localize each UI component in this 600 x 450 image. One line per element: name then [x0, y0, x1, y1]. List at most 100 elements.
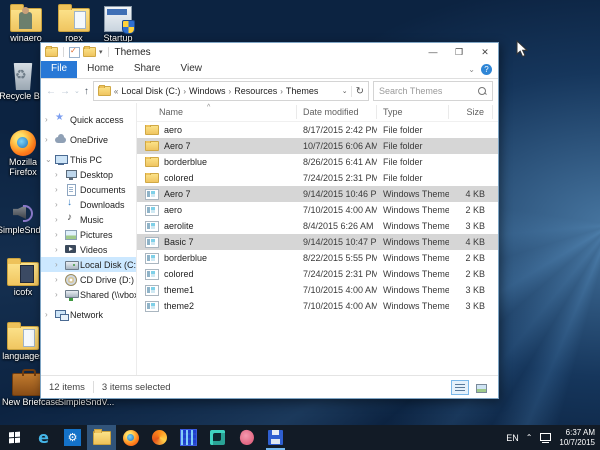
table-row[interactable]: theme1 7/10/2015 4:00 AM Windows Theme .…	[137, 282, 498, 298]
expand-chevron-icon[interactable]: ⌄	[45, 155, 52, 164]
tray-time: 6:37 AM	[559, 428, 595, 438]
sidebar-item[interactable]: › Network	[41, 307, 136, 322]
start-button[interactable]	[0, 425, 29, 450]
network-icon[interactable]	[539, 432, 552, 443]
column-header-size[interactable]: Size	[449, 105, 493, 119]
table-row[interactable]: theme2 7/10/2015 4:00 AM Windows Theme .…	[137, 298, 498, 314]
firefox-icon	[123, 430, 139, 446]
breadcrumb-segment[interactable]: Windows	[189, 86, 226, 96]
table-row[interactable]: Basic 7 9/14/2015 10:47 PM Windows Theme…	[137, 234, 498, 250]
sidebar-item[interactable]: › Documents	[41, 182, 136, 197]
expand-chevron-icon[interactable]: ›	[55, 275, 62, 284]
breadcrumb-segment[interactable]: Resources	[234, 86, 277, 96]
details-view-button[interactable]	[451, 380, 469, 395]
table-row[interactable]: aero 7/10/2015 4:00 AM Windows Theme ...…	[137, 202, 498, 218]
sidebar-item[interactable]: › Videos	[41, 242, 136, 257]
sidebar-item[interactable]: › Local Disk (C:)	[41, 257, 136, 272]
sidebar-item[interactable]: › Downloads	[41, 197, 136, 212]
up-button[interactable]: ↑	[84, 86, 89, 97]
address-bar[interactable]: « Local Disk (C:) › Windows › Resources …	[93, 81, 369, 101]
table-row[interactable]: Aero 7 10/7/2015 6:06 AM File folder	[137, 138, 498, 154]
expand-chevron-icon[interactable]: ›	[55, 260, 62, 269]
taskbar-settings-button[interactable]: ⚙	[58, 425, 87, 450]
file-explorer-icon	[93, 431, 111, 445]
taskbar-file-explorer-button[interactable]	[87, 425, 116, 450]
desktop-icon-startup[interactable]: Startup	[92, 4, 144, 44]
tab-view[interactable]: View	[171, 61, 213, 78]
file-icon	[145, 253, 159, 264]
table-row[interactable]: colored 7/24/2015 2:31 PM File folder	[137, 170, 498, 186]
search-placeholder: Search Themes	[379, 86, 478, 96]
minimize-button[interactable]: —	[420, 43, 446, 61]
sidebar-item[interactable]: › Quick access	[41, 112, 136, 127]
table-row[interactable]: borderblue 8/26/2015 6:41 AM File folder	[137, 154, 498, 170]
expand-chevron-icon[interactable]: ›	[55, 245, 62, 254]
breadcrumb-segment[interactable]: Local Disk (C:)	[121, 86, 180, 96]
desktop-icon-winaero[interactable]: winaero	[0, 4, 52, 44]
column-header-name[interactable]: Name^	[137, 105, 297, 119]
gear-icon: ⚙	[64, 429, 81, 446]
file-list: Name^ Date modified Type Size aero 8/17/…	[137, 103, 498, 376]
sidebar-item[interactable]: › Music	[41, 212, 136, 227]
back-button[interactable]: ←	[46, 86, 56, 97]
refresh-icon[interactable]: ↻	[351, 86, 364, 97]
clock[interactable]: 6:37 AM 10/7/2015	[559, 428, 595, 448]
column-header-type[interactable]: Type	[377, 105, 449, 119]
taskbar-floppy-app-button[interactable]	[261, 425, 290, 450]
sidebar-item[interactable]: › OneDrive	[41, 132, 136, 147]
sidebar-item[interactable]: ⌄ This PC	[41, 152, 136, 167]
sidebar-item[interactable]: › CD Drive (D:) J_CCS	[41, 272, 136, 287]
qat-properties-icon[interactable]	[69, 47, 80, 58]
taskbar-orange-app-button[interactable]	[145, 425, 174, 450]
table-row[interactable]: colored 7/24/2015 2:31 PM Windows Theme …	[137, 266, 498, 282]
qat-customize-dropdown[interactable]: ▾	[99, 48, 103, 56]
breadcrumb-separator[interactable]: ›	[229, 87, 232, 96]
expand-chevron-icon[interactable]: ›	[55, 215, 62, 224]
taskbar-edge-button[interactable]: e	[29, 425, 58, 450]
sidebar-item[interactable]: › Pictures	[41, 227, 136, 242]
maximize-button[interactable]: ❒	[446, 43, 472, 61]
expand-chevron-icon[interactable]: ›	[55, 290, 62, 299]
forward-button[interactable]: →	[60, 86, 70, 97]
breadcrumb-separator[interactable]: ›	[280, 87, 283, 96]
expand-chevron-icon[interactable]: ›	[55, 230, 62, 239]
table-row[interactable]: borderblue 8/22/2015 5:55 PM Windows The…	[137, 250, 498, 266]
expand-chevron-icon[interactable]: ›	[45, 310, 52, 319]
breadcrumb-separator[interactable]: ›	[183, 87, 186, 96]
language-indicator[interactable]: EN	[506, 433, 519, 443]
tab-file[interactable]: File	[41, 61, 77, 78]
taskbar-teal-app-button[interactable]	[203, 425, 232, 450]
taskbar-firefox-button[interactable]	[116, 425, 145, 450]
expand-chevron-icon[interactable]: ›	[55, 185, 62, 194]
tray-chevron-icon[interactable]: ⌃	[526, 433, 533, 442]
help-icon[interactable]: ?	[481, 64, 492, 75]
expand-chevron-icon[interactable]: ›	[55, 200, 62, 209]
title-bar[interactable]: ▾ Themes — ❒ ✕	[41, 43, 498, 61]
address-toolbar: ← → ⌄ ↑ « Local Disk (C:) › Windows › Re…	[41, 79, 498, 103]
table-row[interactable]: Aero 7 9/14/2015 10:46 PM Windows Theme …	[137, 186, 498, 202]
sidebar-item-label: Local Disk (C:)	[80, 260, 136, 270]
table-row[interactable]: aero 8/17/2015 2:42 PM File folder	[137, 122, 498, 138]
qat-new-folder-icon[interactable]	[83, 47, 96, 57]
breadcrumb-segment[interactable]: Themes	[286, 86, 319, 96]
ribbon-collapse-icon[interactable]: ⌄	[468, 65, 475, 74]
sidebar-item[interactable]: › Desktop	[41, 167, 136, 182]
large-icons-view-button[interactable]	[472, 380, 490, 395]
table-row[interactable]: aerolite 8/4/2015 6:26 AM Windows Theme …	[137, 218, 498, 234]
expand-chevron-icon[interactable]: ›	[55, 170, 62, 179]
sort-ascending-icon: ^	[207, 103, 210, 115]
taskbar-grid-app-button[interactable]	[174, 425, 203, 450]
recent-locations-dropdown[interactable]: ⌄	[74, 87, 80, 95]
search-input[interactable]: Search Themes	[373, 81, 493, 101]
expand-chevron-icon[interactable]: ›	[45, 115, 52, 124]
expand-chevron-icon[interactable]: ›	[45, 135, 52, 144]
tab-home[interactable]: Home	[77, 61, 124, 78]
sidebar-item-icon	[65, 289, 77, 300]
address-dropdown-icon[interactable]: ⌄	[342, 87, 348, 95]
column-header-date-modified[interactable]: Date modified	[297, 105, 377, 119]
file-type: File folder	[377, 141, 449, 151]
tab-share[interactable]: Share	[124, 61, 171, 78]
sidebar-item[interactable]: › Shared (\\vboxsrv) |	[41, 287, 136, 302]
close-button[interactable]: ✕	[472, 43, 498, 61]
taskbar-pink-app-button[interactable]	[232, 425, 261, 450]
